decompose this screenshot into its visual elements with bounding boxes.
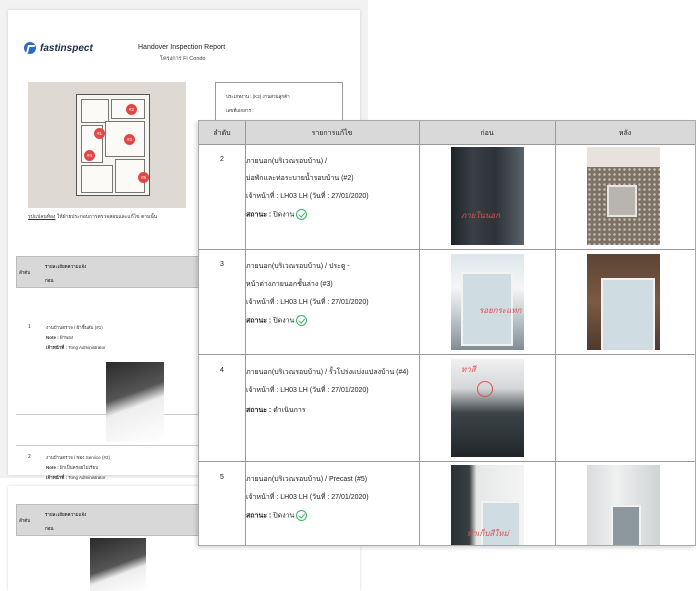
- row-officer: เจ้าหน้าที่ : Tong Administrator: [46, 475, 106, 480]
- row-number: 3: [220, 261, 224, 268]
- before-photo: ทาสี: [451, 359, 524, 457]
- defect-marker: #3: [124, 134, 135, 145]
- check-circle-icon: [296, 315, 308, 326]
- logo-text: fastinspect: [40, 42, 93, 54]
- row-divider: [199, 354, 695, 355]
- row-status: สถานะ : ปิดงาน: [246, 510, 308, 521]
- before-photo: รอยกระแทก: [451, 254, 524, 350]
- column-divider: [419, 121, 420, 545]
- check-circle-icon: [296, 510, 308, 521]
- after-photo: [587, 147, 660, 245]
- col-details: รายละเอียดความแจ้ง: [45, 264, 87, 269]
- after-photo: [587, 465, 660, 545]
- defect-photo: [106, 362, 164, 442]
- row-number: 1: [28, 324, 31, 330]
- row-number: 2: [28, 454, 31, 460]
- column-divider: [555, 121, 556, 545]
- floor-plan-image: #1 #2 #3 #4 #5: [28, 82, 186, 208]
- photo-annotation: ภายในนอก: [461, 211, 500, 220]
- floor-plan-link[interactable]: รูปแปลนห้อง: [28, 214, 55, 220]
- row-item-line2: หน้าต่างภายนอกชั้นล่าง (#3): [246, 281, 333, 288]
- fastinspect-logo: fastinspect: [24, 42, 93, 54]
- before-photo: ภายในนอก: [451, 147, 524, 245]
- main-inspection-table: ลำดับ รายการแก้ไข ก่อน หลัง 2 ภายนอก(บริ…: [198, 120, 696, 546]
- photo-annotation: รอยกระแทก: [479, 306, 522, 315]
- window-frame: [611, 505, 641, 545]
- photo-annotation: ทำเก็บสีใหม่: [467, 529, 509, 538]
- wall-surface: [587, 147, 660, 167]
- document-number: เลขที่เอกสาร :: [226, 108, 254, 113]
- room: [81, 99, 109, 123]
- table-header: ลำดับ รายการแก้ไข ก่อน หลัง: [199, 121, 695, 145]
- photo-annotation: ทาสี: [461, 365, 476, 374]
- row-status: สถานะ : ดำเนินการ: [246, 407, 306, 414]
- row-item: งานบ้านตรวจ / ซอง Service (#2): [46, 455, 110, 460]
- defect-photo: [90, 538, 146, 591]
- row-status: สถานะ : ปิดงาน: [246, 209, 308, 220]
- before-photo: ทำเก็บสีใหม่: [451, 465, 524, 545]
- floor-plan-note-text: ให้ฝ่ายประกอบการตรวจสอบและแก้ไข ตามนั้น: [56, 214, 158, 220]
- header-item: รายการแก้ไข: [311, 130, 353, 137]
- window-frame: [601, 278, 655, 350]
- row-note: Note : ฝ้าเป็นคร่อยไม่เรียบ: [46, 465, 99, 470]
- row-number: 5: [220, 474, 224, 481]
- header-num: ลำดับ: [213, 130, 231, 137]
- col-num: ลำดับ: [19, 270, 31, 275]
- room: [81, 165, 113, 193]
- row-item-line1: ภายนอก(บริเวณรอบบ้าน) / รั้วโปร่งแบ่งแปล…: [246, 369, 409, 376]
- row-divider: [199, 249, 695, 250]
- defect-marker: #1: [94, 128, 105, 139]
- floor-plan-note: รูปแปลนห้อง ให้ฝ่ายประกอบการตรวจสอบและแก…: [28, 213, 157, 221]
- info-box: ประเภทงาน : (K2) งานส่วนลูกค้า เลขที่เอก…: [215, 82, 343, 124]
- row-item-line1: ภายนอก(บริเวณรอบบ้าน) / Precast (#5): [246, 476, 368, 483]
- header-before: ก่อน: [480, 130, 494, 137]
- drain-cover: [607, 185, 637, 217]
- row-item: งานบ้านตรวจ / ฝ้าชิ้นสัม (#1): [46, 325, 103, 330]
- row-officer: เจ้าหน้าที่ : LH03 LH (วันที่ : 27/01/20…: [246, 193, 369, 200]
- logo-icon: [24, 42, 36, 54]
- row-note: Note : ฝ้าพอง: [46, 335, 74, 340]
- defect-marker: #4: [84, 150, 95, 161]
- defect-marker: #5: [138, 172, 149, 183]
- row-number: 4: [220, 367, 224, 374]
- col-num: ลำดับ: [19, 518, 31, 523]
- header-after: หลัง: [618, 130, 632, 137]
- row-officer: เจ้าหน้าที่ : LH03 LH (วันที่ : 27/01/20…: [246, 299, 369, 306]
- row-item-line1: ภายนอก(บริเวณรอบบ้าน) / ประตู -: [246, 263, 350, 270]
- row-officer: เจ้าหน้าที่ : LH03 LH (วันที่ : 27/01/20…: [246, 387, 369, 394]
- annotation-circle: [477, 381, 493, 397]
- col-details: รายละเอียดความแจ้ง: [45, 512, 87, 517]
- report-subtitle: โครงการ Fi Condo: [160, 56, 206, 62]
- check-circle-icon: [296, 209, 308, 220]
- row-item-line2: บ่อพักและท่อระบายน้ำรอบบ้าน (#2): [246, 175, 354, 182]
- col-before: ก่อน: [45, 278, 54, 283]
- work-type: ประเภทงาน : (K2) งานส่วนลูกค้า: [226, 94, 290, 99]
- row-number: 2: [220, 156, 224, 163]
- row-item-line1: ภายนอก(บริเวณรอบบ้าน) /: [246, 158, 328, 165]
- defect-marker: #2: [126, 104, 137, 115]
- row-status: สถานะ : ปิดงาน: [246, 315, 308, 326]
- row-officer: เจ้าหน้าที่ : LH03 LH (วันที่ : 27/01/20…: [246, 494, 369, 501]
- row-officer: เจ้าหน้าที่ : Tong Administrator: [46, 345, 106, 350]
- row-divider: [199, 461, 695, 462]
- after-photo: [587, 254, 660, 350]
- report-title: Handover Inspection Report: [138, 44, 226, 51]
- col-before: ก่อน: [45, 526, 54, 531]
